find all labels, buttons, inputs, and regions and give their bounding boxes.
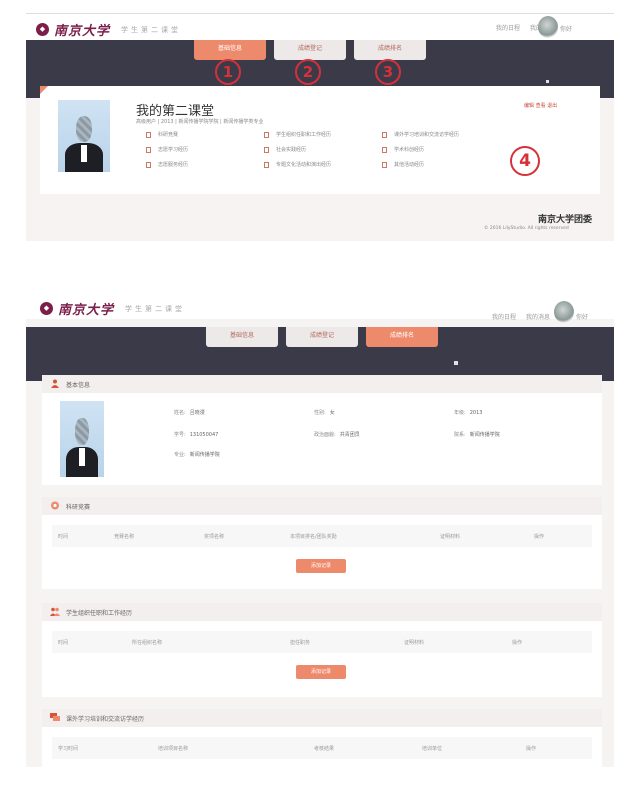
callout-3: 3 bbox=[375, 59, 401, 85]
column-header: 担任职务 bbox=[290, 640, 311, 646]
column-header: 培训单位 bbox=[422, 746, 443, 752]
field-political-status: 政治面貌: 共青团员 bbox=[314, 432, 360, 438]
student-photo bbox=[58, 100, 110, 172]
university-seal-icon: ◆ bbox=[36, 23, 49, 36]
messages-link[interactable]: 我的消息 bbox=[526, 312, 550, 321]
callout-1: 1 bbox=[215, 59, 241, 85]
panel-title: 我的第二课堂 bbox=[136, 104, 215, 119]
user-icon bbox=[51, 379, 59, 388]
field-grade: 年级: 2013 bbox=[454, 410, 483, 416]
record-link[interactable]: 学术科创经历 bbox=[382, 146, 500, 153]
section-research-header: 科研竞赛 bbox=[42, 497, 602, 515]
column-header: 培训项目名称 bbox=[158, 746, 189, 752]
footer-org: 南京大学团委 bbox=[538, 215, 593, 225]
column-header: 所在组织名称 bbox=[132, 640, 163, 646]
table-header: 时间 所在组织名称 担任职务 证明材料 操作 bbox=[52, 631, 592, 653]
brand-subtitle: 学生第二课堂 bbox=[121, 25, 182, 34]
section-org-header: 学生组织任职和工作经历 bbox=[42, 603, 602, 621]
section-research-body: 时间 竞赛名称 奖项名称 本项目排名/团队奖励 证明材料 操作 添加记录 bbox=[42, 515, 602, 589]
student-photo bbox=[60, 401, 104, 477]
column-header: 竞赛名称 bbox=[114, 534, 135, 540]
brand-subtitle: 学生第二课堂 bbox=[125, 304, 186, 313]
edit-profile-link[interactable]: 编辑 查看 退出 bbox=[524, 102, 557, 109]
field-gender: 性别: 女 bbox=[314, 410, 335, 416]
column-header: 学习时间 bbox=[58, 746, 79, 752]
tab-score-register[interactable]: 成绩登记 bbox=[274, 40, 346, 60]
column-header: 证明材料 bbox=[440, 534, 461, 540]
user-avatar[interactable] bbox=[554, 301, 574, 323]
add-record-button[interactable]: 添加记录 bbox=[296, 665, 346, 679]
record-link[interactable]: 其他活动经历 bbox=[382, 161, 500, 168]
tab-score-rank[interactable]: 成绩排名 bbox=[354, 40, 426, 60]
table-header: 学习时间 培训项目名称 考核结果 培训单位 操作 bbox=[52, 737, 592, 759]
user-greeting[interactable]: 你好 bbox=[576, 312, 588, 321]
brand-name: 南京大学 bbox=[54, 24, 111, 39]
column-header: 时间 bbox=[58, 534, 69, 540]
callout-2: 2 bbox=[295, 59, 321, 85]
top-bar: ◆ 南京大学 学生第二课堂 我的日程 我的消息 你好 bbox=[26, 293, 614, 323]
record-link[interactable]: 专题文化活动和演出经历 bbox=[264, 161, 382, 168]
field-name: 姓名: 吕晓漫 bbox=[174, 410, 205, 416]
decoration bbox=[454, 361, 458, 365]
column-header: 操作 bbox=[512, 640, 523, 646]
decoration bbox=[546, 80, 549, 83]
top-bar: ◆ 南京大学 学生第二课堂 我的日程 我的消息 你好 bbox=[26, 14, 614, 40]
column-header: 证明材料 bbox=[404, 640, 425, 646]
record-link[interactable]: 志愿服务经历 bbox=[146, 161, 264, 168]
corner-ribbon bbox=[40, 86, 48, 94]
section-training-body: 学习时间 培训项目名称 考核结果 培训单位 操作 bbox=[42, 727, 602, 767]
basic-info-header: 基本信息 bbox=[42, 375, 602, 393]
callout-4: 4 bbox=[510, 146, 540, 176]
record-link[interactable]: 课外学习培训和交流访学经历 bbox=[382, 131, 500, 138]
record-links: 科研竞赛 学生组织任职和工作经历 课外学习培训和交流访学经历 志愿学习经历 社会… bbox=[146, 131, 500, 168]
tab-score-rank[interactable]: 成绩排名 bbox=[366, 327, 438, 347]
screenshot-score-rank: ◆ 南京大学 学生第二课堂 我的日程 我的消息 你好 基础信息 成绩登记 成绩排… bbox=[26, 293, 614, 767]
site-logo[interactable]: ◆ 南京大学 学生第二课堂 bbox=[40, 299, 185, 318]
record-link[interactable]: 科研竞赛 bbox=[146, 131, 264, 138]
record-link[interactable]: 社会实践经历 bbox=[264, 146, 382, 153]
basic-info-title: 基本信息 bbox=[66, 382, 91, 389]
tab-bar: 基础信息 成绩登记 成绩排名 bbox=[26, 327, 614, 349]
column-header: 奖项名称 bbox=[204, 534, 225, 540]
add-record-button[interactable]: 添加记录 bbox=[296, 559, 346, 573]
column-header: 时间 bbox=[58, 640, 69, 646]
section-title: 学生组织任职和工作经历 bbox=[66, 610, 133, 617]
column-header: 操作 bbox=[534, 534, 545, 540]
top-links: 我的日程 我的消息 bbox=[492, 312, 550, 321]
section-title: 课外学习培训和交流访学经历 bbox=[66, 716, 145, 723]
competition-icon bbox=[51, 501, 59, 510]
basic-info-body: 姓名: 吕晓漫 性别: 女 年级: 2013 学号: 131050047 政治面貌: 共青… bbox=[42, 393, 602, 485]
footer-copyright: © 2016 LilyStudio. All rights reserved bbox=[484, 226, 569, 231]
profile-breadcrumb: 高级用户 | 2013 | 新闻传播学院学院 | 新闻传播学类专业 bbox=[136, 119, 264, 125]
group-icon bbox=[50, 607, 60, 616]
tab-bar: 基础信息 成绩登记 成绩排名 bbox=[26, 40, 614, 62]
section-title: 科研竞赛 bbox=[66, 504, 91, 511]
site-logo[interactable]: ◆ 南京大学 学生第二课堂 bbox=[36, 20, 181, 39]
column-header: 本项目排名/团队奖励 bbox=[290, 534, 337, 540]
column-header: 操作 bbox=[526, 746, 537, 752]
column-header: 考核结果 bbox=[314, 746, 335, 752]
chat-icon bbox=[50, 713, 60, 721]
tab-basic-info[interactable]: 基础信息 bbox=[194, 40, 266, 60]
section-org-body: 时间 所在组织名称 担任职务 证明材料 操作 添加记录 bbox=[42, 621, 602, 697]
tab-basic-info[interactable]: 基础信息 bbox=[206, 327, 278, 347]
schedule-link[interactable]: 我的日程 bbox=[492, 312, 516, 321]
brand-name: 南京大学 bbox=[58, 303, 115, 318]
section-training-header: 课外学习培训和交流访学经历 bbox=[42, 709, 602, 727]
field-major: 专业: 新闻传播学院 bbox=[174, 452, 220, 458]
screenshot-home: ◆ 南京大学 学生第二课堂 我的日程 我的消息 你好 基础信息 成绩登记 成绩排… bbox=[26, 13, 614, 241]
user-avatar[interactable] bbox=[538, 16, 558, 38]
field-student-id: 学号: 131050047 bbox=[174, 432, 219, 438]
field-department: 院系: 新闻传播学院 bbox=[454, 432, 500, 438]
schedule-link[interactable]: 我的日程 bbox=[496, 23, 520, 32]
user-greeting[interactable]: 你好 bbox=[560, 24, 572, 33]
record-link[interactable]: 志愿学习经历 bbox=[146, 146, 264, 153]
university-seal-icon: ◆ bbox=[40, 302, 53, 315]
tab-score-register[interactable]: 成绩登记 bbox=[286, 327, 358, 347]
table-header: 时间 竞赛名称 奖项名称 本项目排名/团队奖励 证明材料 操作 bbox=[52, 525, 592, 547]
record-link[interactable]: 学生组织任职和工作经历 bbox=[264, 131, 382, 138]
profile-panel: 我的第二课堂 高级用户 | 2013 | 新闻传播学院学院 | 新闻传播学类专业… bbox=[40, 86, 600, 194]
